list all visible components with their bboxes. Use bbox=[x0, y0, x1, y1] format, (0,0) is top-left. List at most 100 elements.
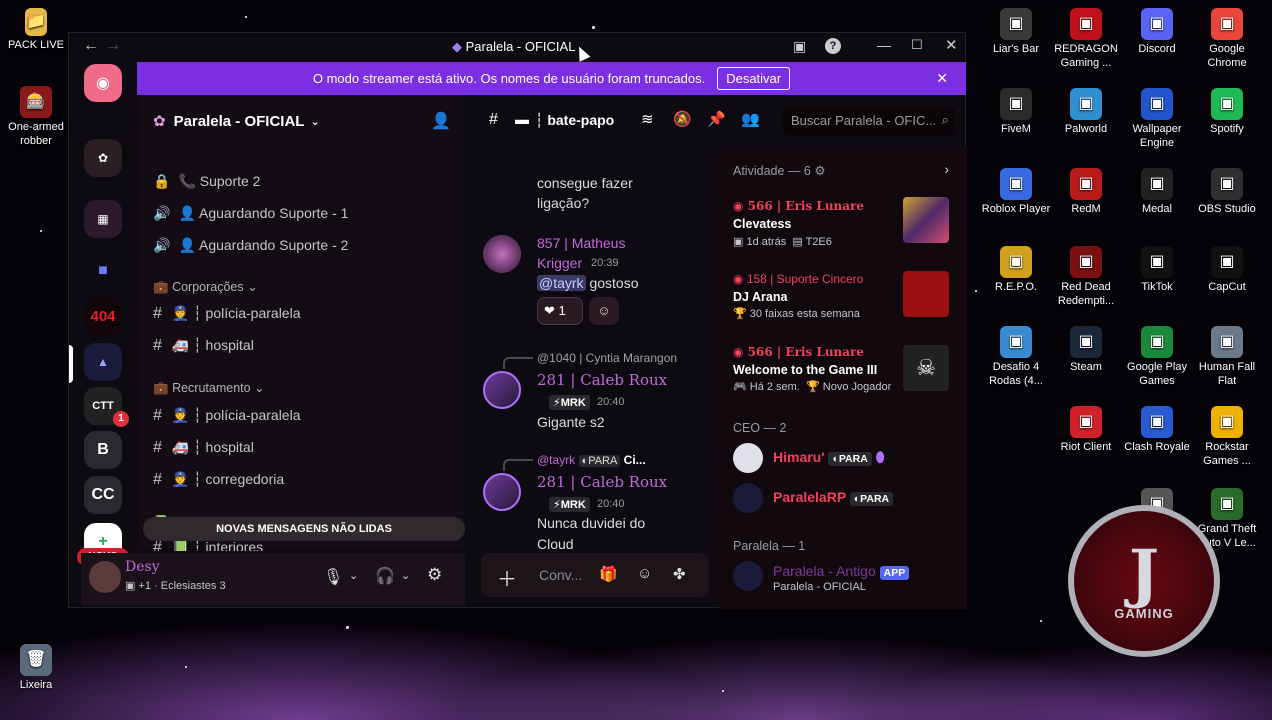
chevron-down-icon[interactable]: ⌄ bbox=[401, 569, 410, 582]
activity-user[interactable]: ◉ 566 | Eris Lunare bbox=[733, 345, 864, 359]
message-input[interactable]: Conv... bbox=[539, 567, 582, 583]
member-name[interactable]: ParalelaRP ◐PARA bbox=[773, 489, 894, 506]
emoji-icon[interactable]: ☺ bbox=[637, 565, 652, 582]
activity-thumbnail[interactable]: ☠ bbox=[903, 345, 949, 391]
desktop-icon-medal[interactable]: ▣ Medal bbox=[1121, 168, 1193, 216]
desktop-icon-wallpaper-engine[interactable]: ▣ Wallpaper Engine bbox=[1121, 88, 1193, 150]
text-channel[interactable]: # 👮 ┆ polícia-paralela bbox=[153, 305, 301, 323]
author-avatar[interactable] bbox=[483, 473, 521, 511]
pin-icon[interactable]: 📌 bbox=[707, 110, 726, 128]
server-cc[interactable]: CC bbox=[84, 476, 122, 514]
back-arrow-icon[interactable]: ← bbox=[83, 37, 99, 55]
gift-icon[interactable]: 🎁 bbox=[599, 565, 618, 583]
desktop-icon-google-play-games[interactable]: ▣ Google Play Games bbox=[1121, 326, 1193, 388]
server-404[interactable]: 404 bbox=[84, 297, 122, 335]
server-folder-2[interactable]: ▦ bbox=[84, 200, 122, 238]
folder-icon[interactable]: ■ bbox=[84, 252, 122, 290]
mute-bell-icon[interactable]: 🔕 bbox=[673, 110, 692, 128]
activity-title: Clevatess bbox=[733, 217, 792, 231]
desktop-icon-r-e-p-o[interactable]: ▣ R.E.P.O. bbox=[980, 246, 1052, 294]
category-corporacoes[interactable]: 💼 Corporações ⌄ bbox=[153, 279, 258, 295]
discord-home-icon[interactable]: ◉ bbox=[84, 64, 122, 102]
inbox-icon[interactable]: ▣ bbox=[793, 38, 806, 55]
desktop-icon-google-chrome[interactable]: ▣ Google Chrome bbox=[1191, 8, 1263, 70]
desktop-icon-lixeira[interactable]: 🗑 Lixeira bbox=[0, 644, 72, 692]
author-name[interactable]: 281 | Caleb Roux bbox=[537, 371, 667, 389]
reaction-heart[interactable]: ❤ 1 bbox=[537, 297, 583, 325]
apps-icon[interactable]: ✤ bbox=[673, 565, 686, 583]
voice-channel[interactable]: 🔊 👤 Aguardando Suporte - 2 bbox=[153, 237, 348, 254]
hash-icon: # bbox=[153, 439, 162, 456]
desktop-icon-desafio-4-rodas-4[interactable]: ▣ Desafio 4 Rodas (4... bbox=[980, 326, 1052, 388]
desktop-icon-one-armed-robber[interactable]: 🎰 One-armed robber bbox=[0, 86, 72, 148]
chevron-down-icon[interactable]: ⌄ bbox=[349, 569, 358, 582]
activity-meta: 🎮 Há 2 sem. 🏆 Novo Jogador bbox=[733, 381, 892, 393]
text-channel[interactable]: # 🚑 ┆ hospital bbox=[153, 439, 254, 457]
desktop-icon-obs-studio[interactable]: ▣ OBS Studio bbox=[1191, 168, 1263, 216]
activity-user[interactable]: ◉ 566 | Eris Lunare bbox=[733, 199, 864, 213]
server-paralela[interactable]: ▲ bbox=[84, 343, 122, 381]
microphone-icon[interactable]: 🎙 bbox=[323, 567, 343, 587]
text-channel[interactable]: # 👮 ┆ corregedoria bbox=[153, 471, 284, 489]
desktop-icon-liar-s-bar[interactable]: ▣ Liar's Bar bbox=[980, 8, 1052, 56]
user-avatar[interactable] bbox=[89, 561, 121, 593]
author-avatar[interactable] bbox=[483, 235, 521, 273]
desktop-icon-tiktok[interactable]: ▣ TikTok bbox=[1121, 246, 1193, 294]
desktop-icon-redragon-gaming[interactable]: ▣ REDRAGON Gaming ... bbox=[1050, 8, 1122, 70]
help-icon[interactable]: ? bbox=[825, 38, 841, 54]
chevron-right-icon[interactable]: › bbox=[944, 161, 949, 177]
member-avatar[interactable] bbox=[733, 443, 763, 473]
desktop-icon-clash-royale[interactable]: ▣ Clash Royale bbox=[1121, 406, 1193, 454]
activity-user[interactable]: ◉ 158 | Suporte Cincero bbox=[733, 272, 863, 286]
text-channel[interactable]: # 🚑 ┆ hospital bbox=[153, 337, 254, 355]
close-icon[interactable]: ✕ bbox=[945, 36, 958, 54]
unread-messages-bar[interactable]: NOVAS MENSAGENS NÃO LIDAS bbox=[143, 517, 465, 541]
threads-list-icon[interactable]: ≋ bbox=[641, 110, 654, 128]
server-b[interactable]: B bbox=[84, 431, 122, 469]
server-header[interactable]: ✿ Paralela - OFICIAL ⌄ 👤 bbox=[139, 95, 465, 147]
server-folder-1[interactable]: ✿ bbox=[84, 139, 122, 177]
members-icon[interactable]: 👥 bbox=[741, 110, 760, 128]
threads-icon[interactable]: # bbox=[489, 111, 498, 129]
search-input[interactable]: Buscar Paralela - OFIC... ⌕ bbox=[783, 107, 955, 135]
desktop-icon-red-dead-redempti[interactable]: ▣ Red Dead Redempti... bbox=[1050, 246, 1122, 308]
message-text: @tayrk gostoso bbox=[537, 275, 639, 291]
banner-close-icon[interactable]: ✕ bbox=[936, 70, 948, 87]
voice-channel[interactable]: 🔊 👤 Aguardando Suporte - 1 bbox=[153, 205, 348, 222]
reply-reference[interactable]: @1040 | Cyntia Marangon bbox=[537, 351, 677, 365]
desktop-icon-pack-live[interactable]: 📁 PACK LIVE bbox=[0, 8, 72, 52]
invite-user-icon[interactable]: 👤 bbox=[431, 111, 451, 131]
desktop-icon-roblox-player[interactable]: ▣ Roblox Player bbox=[980, 168, 1052, 216]
disable-streamer-button[interactable]: Desativar bbox=[717, 67, 791, 90]
category-recrutamento[interactable]: 💼 Recrutamento ⌄ bbox=[153, 380, 265, 396]
member-avatar[interactable] bbox=[733, 483, 763, 513]
activity-thumbnail[interactable] bbox=[903, 271, 949, 317]
desktop-icon-redm[interactable]: ▣ RedM bbox=[1050, 168, 1122, 216]
headphones-icon[interactable]: 🎧 bbox=[375, 566, 395, 586]
desktop-icon-spotify[interactable]: ▣ Spotify bbox=[1191, 88, 1263, 136]
desktop-icon-palworld[interactable]: ▣ Palworld bbox=[1050, 88, 1122, 136]
desktop-icon-human-fall-flat[interactable]: ▣ Human Fall Flat bbox=[1191, 326, 1263, 388]
text-channel[interactable]: # 👮 ┆ polícia-paralela bbox=[153, 407, 301, 425]
author-avatar[interactable] bbox=[483, 371, 521, 409]
add-reaction-icon[interactable]: ☺ bbox=[589, 297, 619, 325]
gear-icon[interactable]: ⚙ bbox=[427, 565, 442, 585]
member-avatar[interactable] bbox=[733, 561, 763, 591]
desktop-icon-fivem[interactable]: ▣ FiveM bbox=[980, 88, 1052, 136]
plus-circle-icon[interactable]: ＋ bbox=[497, 563, 517, 592]
desktop-icon-capcut[interactable]: ▣ CapCut bbox=[1191, 246, 1263, 294]
desktop-icon-steam[interactable]: ▣ Steam bbox=[1050, 326, 1122, 374]
user-mention[interactable]: @tayrk bbox=[537, 275, 586, 291]
member-name[interactable]: Himaru' ◐PARA ⬮ bbox=[773, 449, 884, 466]
reply-reference[interactable]: @tayrk ◐PARA Ci... bbox=[537, 453, 646, 467]
forward-arrow-icon[interactable]: → bbox=[105, 37, 121, 55]
member-name[interactable]: Paralela - Antigo APP bbox=[773, 563, 910, 580]
activity-thumbnail[interactable] bbox=[903, 197, 949, 243]
author-name[interactable]: 281 | Caleb Roux bbox=[537, 473, 667, 491]
maximize-icon[interactable]: ☐ bbox=[911, 37, 923, 53]
desktop-icon-rockstar-games[interactable]: ▣ Rockstar Games ... bbox=[1191, 406, 1263, 468]
minimize-icon[interactable]: — bbox=[877, 37, 891, 53]
desktop-icon-discord[interactable]: ▣ Discord bbox=[1121, 8, 1193, 56]
voice-channel[interactable]: 🔒 📞 Suporte 2 bbox=[153, 173, 260, 190]
desktop-icon-riot-client[interactable]: ▣ Riot Client bbox=[1050, 406, 1122, 454]
